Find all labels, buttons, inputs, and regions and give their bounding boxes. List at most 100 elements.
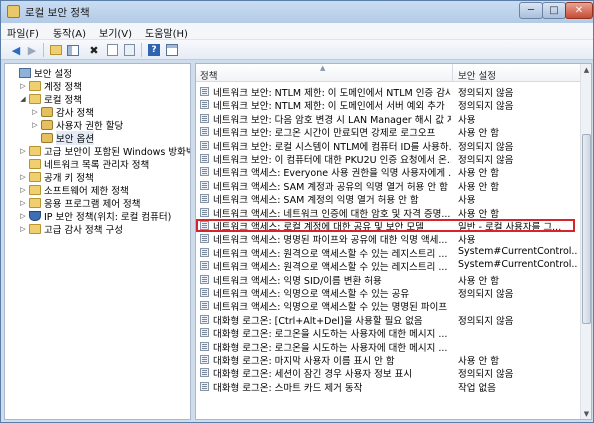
policy-name: 네트워크 보안: 다음 암호 변경 시 LAN Manager 해시 값 저..… [213, 114, 451, 126]
policy-row[interactable]: 네트워크 액세스: 원격으로 액세스할 수 있는 레지스트리 ... System… [196, 259, 580, 273]
policy-row[interactable]: 네트워크 액세스: Everyone 사용 권한을 익명 사용자에게 ... 사용… [196, 165, 580, 179]
policy-icon [200, 328, 209, 338]
scroll-up-icon[interactable]: ▲ [581, 64, 591, 76]
folder-icon [29, 197, 41, 208]
policy-row[interactable]: 네트워크 보안: 로컬 시스템이 NTLM에 컴퓨터 ID를 사용하... 정의되… [196, 139, 580, 153]
shield-icon [29, 210, 41, 221]
policy-row[interactable]: 대화형 로그온: 로그온을 시도하는 사용자에 대한 메시지 ... [196, 340, 580, 354]
tree-item-public-key-policies[interactable]: ▷ 공개 키 정책 [19, 170, 94, 184]
title-bar[interactable]: 로컬 보안 정책 ─ □ ✕ [1, 1, 593, 23]
policy-name: 대화형 로그온: [Ctrl+Alt+Del]을 사용할 필요 없음 [213, 315, 423, 327]
back-icon[interactable]: ◀ [9, 43, 23, 57]
policy-icon [200, 314, 209, 324]
policy-row[interactable]: 네트워크 액세스: 원격으로 액세스할 수 있는 레지스트리 ... System… [196, 246, 580, 260]
policy-row[interactable]: 네트워크 보안: 로그온 시간이 만료되면 강제로 로그오프 사용 안 함 [196, 125, 580, 139]
policy-icon [200, 113, 209, 123]
maximize-button[interactable]: □ [542, 2, 566, 19]
policy-row[interactable]: 네트워크 보안: 다음 암호 변경 시 LAN Manager 해시 값 저..… [196, 112, 580, 126]
up-folder-icon[interactable] [49, 43, 63, 57]
policy-row[interactable]: 네트워크 액세스: 명명된 파이프와 공유에 대한 익명 액세... 사용 [196, 232, 580, 246]
policy-setting: 사용 안 함 [458, 208, 499, 220]
tree-item-network-list-manager[interactable]: 네트워크 목록 관리자 정책 [19, 157, 149, 171]
policy-name: 대화형 로그온: 세션이 잠긴 경우 사용자 정보 표시 [213, 369, 413, 381]
tree-item-application-control[interactable]: ▷ 응용 프로그램 제어 정책 [19, 196, 140, 210]
policy-row[interactable]: 네트워크 액세스: SAM 계정과 공유의 익명 열거 허용 안 함 사용 안 함 [196, 179, 580, 193]
forward-icon[interactable]: ▶ [25, 43, 39, 57]
policy-row[interactable]: 네트워크 액세스: 로컬 계정에 대한 공유 및 보안 모델 일반 - 로컬 사용… [196, 219, 580, 233]
scroll-thumb[interactable] [582, 134, 591, 324]
expand-arrow-icon[interactable]: ▷ [19, 212, 27, 220]
policy-row[interactable]: 네트워크 보안: NTLM 제한: 이 도메인에서 NTLM 인증 감사 정의되지… [196, 85, 580, 99]
tree-item-security-settings[interactable]: 보안 설정 [9, 66, 72, 80]
tree-item-audit-policy[interactable]: ▷ 감사 정책 [31, 105, 94, 119]
expand-arrow-icon[interactable]: ▷ [31, 121, 39, 129]
minimize-button[interactable]: ─ [519, 2, 543, 19]
policy-setting: 사용 안 함 [458, 356, 499, 367]
tree-item-security-options[interactable]: 보안 옵션 [31, 130, 94, 145]
policy-setting: 작업 없음 [458, 382, 496, 394]
policy-setting: 사용 [458, 195, 476, 207]
expand-arrow-icon[interactable]: ▷ [19, 199, 27, 207]
delete-icon[interactable]: ✖ [87, 43, 101, 57]
policy-row[interactable]: 네트워크 액세스: SAM 계정의 익명 열거 허용 안 함 사용 [196, 192, 580, 207]
policy-icon [200, 100, 209, 110]
policy-row[interactable]: 대화형 로그온: [Ctrl+Alt+Del]을 사용할 필요 없음 정의되지 않… [196, 313, 580, 327]
collapse-arrow-icon[interactable]: ◢ [19, 95, 27, 103]
policy-row[interactable]: 네트워크 보안: NTLM 제한: 이 도메인에서 서버 예외 추가 정의되지 않… [196, 98, 580, 113]
policy-row[interactable]: 네트워크 보안: 이 컴퓨터에 대한 PKU2U 인증 요청에서 온... 정의되… [196, 152, 580, 166]
menu-file[interactable]: 파일(F) [7, 25, 39, 40]
show-hide-tree-icon[interactable] [66, 43, 80, 57]
help-icon[interactable]: ? [147, 43, 161, 57]
menu-help[interactable]: 도움말(H) [145, 25, 188, 40]
export-list-icon[interactable] [122, 43, 136, 57]
tree-pane: 보안 설정 ▷ 계정 정책 ◢ 로컬 정책 ▷ 감사 정책 ▷ 사용자 권한 할… [4, 63, 191, 420]
view-icon[interactable] [165, 43, 179, 57]
policy-setting: 정의되지 않음 [458, 369, 514, 381]
tree-item-advanced-audit[interactable]: ▷ 고급 감사 정책 구성 [19, 222, 123, 236]
policy-list-pane: ▲ 정책 보안 설정 네트워크 보안: NTLM 제한: 이 도메인에서 NTL… [195, 63, 592, 420]
policy-setting: 정의되지 않음 [458, 101, 514, 113]
tree-item-local-policies[interactable]: ◢ 로컬 정책 [19, 92, 82, 106]
policy-icon [200, 234, 209, 244]
policy-setting: 사용 안 함 [458, 181, 499, 193]
policy-icon [200, 87, 209, 96]
tree-item-account-policies[interactable]: ▷ 계정 정책 [19, 79, 82, 93]
app-icon [7, 5, 20, 18]
policy-name: 네트워크 보안: 이 컴퓨터에 대한 PKU2U 인증 요청에서 온... [213, 155, 451, 166]
policy-icon [200, 207, 209, 217]
tree-item-ip-security[interactable]: ▷ IP 보안 정책(위치: 로컬 컴퓨터) [19, 209, 171, 223]
menu-action[interactable]: 동작(A) [53, 25, 86, 40]
expand-arrow-icon[interactable]: ▷ [19, 186, 27, 194]
expand-arrow-icon[interactable]: ▷ [19, 82, 27, 90]
policy-row[interactable]: 네트워크 액세스: 익명 SID/이름 변환 허용 사용 안 함 [196, 273, 580, 287]
policy-name: 대화형 로그온: 스마트 카드 제거 동작 [213, 382, 363, 394]
computer-icon [19, 67, 31, 78]
policy-row[interactable]: 대화형 로그온: 스마트 카드 제거 동작 작업 없음 [196, 380, 580, 394]
policy-row[interactable]: 네트워크 액세스: 익명으로 액세스할 수 있는 공유 정의되지 않음 [196, 286, 580, 300]
column-header-setting[interactable]: 보안 설정 [458, 68, 496, 82]
policy-name: 네트워크 액세스: SAM 계정의 익명 열거 허용 안 함 [213, 195, 419, 207]
column-header-policy[interactable]: 정책 [200, 68, 217, 82]
tree-item-user-rights[interactable]: ▷ 사용자 권한 할당 [31, 118, 123, 132]
policy-setting: System#CurrentControl... [458, 259, 578, 271]
column-divider[interactable] [452, 64, 453, 82]
tree-item-software-restriction[interactable]: ▷ 소프트웨어 제한 정책 [19, 183, 129, 197]
close-button[interactable]: ✕ [565, 2, 593, 19]
expand-arrow-icon[interactable]: ▷ [19, 225, 27, 233]
policy-setting: 정의되지 않음 [458, 289, 514, 300]
policy-row[interactable]: 대화형 로그온: 로그온을 시도하는 사용자에 대한 메시지 ... [196, 326, 580, 340]
policy-row[interactable]: 네트워크 액세스: 익명으로 액세스할 수 있는 명명된 파이프 [196, 299, 580, 313]
folder-icon [29, 93, 41, 104]
expand-arrow-icon[interactable]: ▷ [19, 147, 27, 155]
policy-icon [200, 261, 209, 271]
policy-row[interactable]: 대화형 로그온: 세션이 잠긴 경우 사용자 정보 표시 정의되지 않음 [196, 366, 580, 381]
vertical-scrollbar[interactable]: ▲ ▼ [580, 64, 591, 419]
expand-arrow-icon[interactable]: ▷ [19, 173, 27, 181]
policy-row[interactable]: 네트워크 액세스: 네트워크 인증에 대한 암호 및 자격 증명... 사용 안 … [196, 206, 580, 220]
properties-icon[interactable] [105, 43, 119, 57]
policy-row[interactable]: 대화형 로그온: 마지막 사용자 이름 표시 안 함 사용 안 함 [196, 353, 580, 367]
expand-arrow-icon[interactable]: ▷ [31, 108, 39, 116]
menu-view[interactable]: 보기(V) [99, 25, 132, 40]
tree-item-windows-firewall[interactable]: ▷ 고급 보안이 포함된 Windows 방화벽 [19, 144, 190, 158]
scroll-down-icon[interactable]: ▼ [581, 408, 591, 419]
